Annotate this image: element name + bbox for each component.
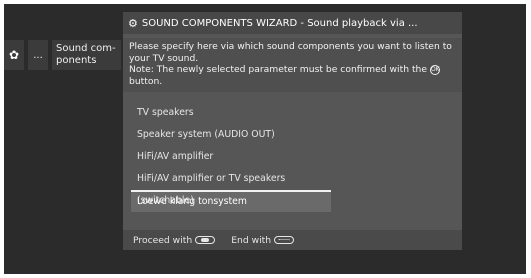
tv-screen: ✿ ... Sound com- ponents ⚙ SOUND COMPONE… — [4, 4, 526, 274]
wizard-footer: Proceed with End with — [123, 230, 462, 250]
wizard-note: Note: The newly selected parameter must … — [129, 64, 456, 87]
option-speaker-system[interactable]: Speaker system (AUDIO OUT) — [131, 124, 331, 146]
breadcrumb-sound-components[interactable]: Sound com- ponents — [52, 40, 121, 70]
gears-icon: ⚙ — [128, 16, 138, 30]
option-tv-speakers[interactable]: TV speakers — [131, 102, 331, 124]
wizard-title-bar: ⚙ SOUND COMPONENTS WIZARD - Sound playba… — [123, 12, 462, 34]
proceed-label: Proceed with — [133, 234, 193, 246]
breadcrumb-ellipsis-label: ... — [33, 49, 43, 61]
option-list: TV speakers Speaker system (AUDIO OUT) H… — [131, 102, 331, 212]
forward-button-icon — [195, 236, 216, 244]
end-label: End with — [231, 234, 272, 246]
ok-button-icon: OK — [429, 64, 440, 75]
sound-components-wizard: ⚙ SOUND COMPONENTS WIZARD - Sound playba… — [123, 12, 462, 250]
end-button-icon — [274, 236, 295, 244]
wizard-description-text: Please specify here via which sound comp… — [129, 41, 452, 64]
breadcrumb-ellipsis[interactable]: ... — [28, 40, 48, 70]
breadcrumb-settings[interactable]: ✿ — [4, 40, 24, 70]
wizard-description: Please specify here via which sound comp… — [123, 38, 462, 92]
wizard-title: SOUND COMPONENTS WIZARD - Sound playback… — [141, 17, 418, 29]
option-hifi-av-amplifier[interactable]: HiFi/AV amplifier — [131, 146, 331, 168]
option-label: Speaker system (AUDIO OUT) — [137, 129, 275, 140]
wizard-note-suffix: button. — [129, 75, 163, 87]
option-label: HiFi/AV amplifier — [137, 151, 214, 162]
breadcrumb-sound-components-label: Sound com- ponents — [56, 43, 116, 66]
option-hifi-or-tv-switchable[interactable]: HiFi/AV amplifier or TV speakers (switch… — [131, 168, 331, 206]
option-label: TV speakers — [137, 107, 194, 118]
option-label: Loewe klang tonsystem — [137, 196, 247, 207]
gear-icon: ✿ — [8, 48, 20, 62]
wizard-note-text: Note: The newly selected parameter must … — [129, 64, 428, 75]
option-loewe-klang-selected[interactable]: Loewe klang tonsystem — [131, 190, 331, 212]
